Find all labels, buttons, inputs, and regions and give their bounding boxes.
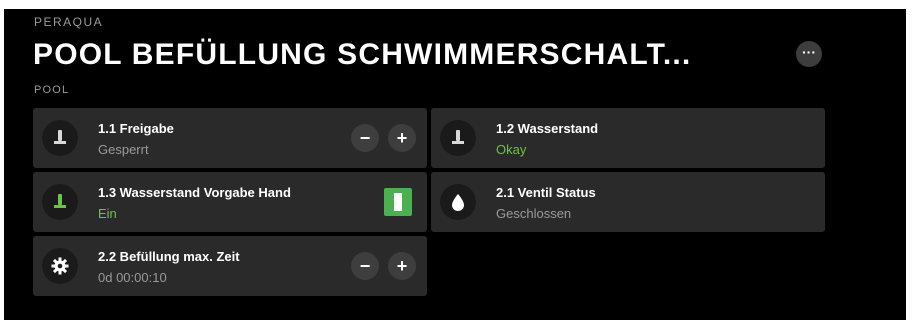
- card-value: Gesperrt: [98, 142, 149, 157]
- switch-icon: [42, 184, 78, 220]
- card-label: 1.1 Freigabe: [98, 121, 174, 136]
- gear-icon: [42, 248, 78, 284]
- card-label: 2.2 Befüllung max. Zeit: [98, 249, 240, 264]
- decrement-button[interactable]: −: [351, 124, 379, 152]
- increment-button[interactable]: +: [388, 252, 416, 280]
- card-wasserstand-vorgabe-hand: 1.3 Wasserstand Vorgabe Hand Ein: [33, 172, 427, 232]
- card-value: 0d 00:00:10: [98, 270, 167, 285]
- card-wasserstand: 1.2 Wasserstand Okay: [431, 108, 825, 168]
- card-value: Okay: [496, 142, 527, 157]
- switch-icon: [440, 120, 476, 156]
- brand-label: PERAQUA: [34, 15, 104, 29]
- card-value: Ein: [98, 206, 117, 221]
- card-ventil-status: 2.1 Ventil Status Geschlossen: [431, 172, 825, 232]
- card-freigabe: 1.1 Freigabe Gesperrt − +: [33, 108, 427, 168]
- toggle-knob: [394, 193, 402, 211]
- section-label: POOL: [34, 84, 70, 96]
- increment-button[interactable]: +: [388, 124, 416, 152]
- card-label: 1.3 Wasserstand Vorgabe Hand: [98, 185, 291, 200]
- card-label: 2.1 Ventil Status: [496, 185, 596, 200]
- card-label: 1.2 Wasserstand: [496, 121, 599, 136]
- more-options-button[interactable]: ···: [796, 41, 822, 67]
- toggle-switch[interactable]: [384, 188, 412, 216]
- page-title: POOL BEFÜLLUNG SCHWIMMERSCHALT...: [33, 38, 692, 71]
- decrement-button[interactable]: −: [351, 252, 379, 280]
- card-befuellung-max-zeit: 2.2 Befüllung max. Zeit 0d 00:00:10 − +: [33, 236, 427, 296]
- water-drop-icon: [440, 184, 476, 220]
- switch-icon: [42, 120, 78, 156]
- card-value: Geschlossen: [496, 206, 572, 221]
